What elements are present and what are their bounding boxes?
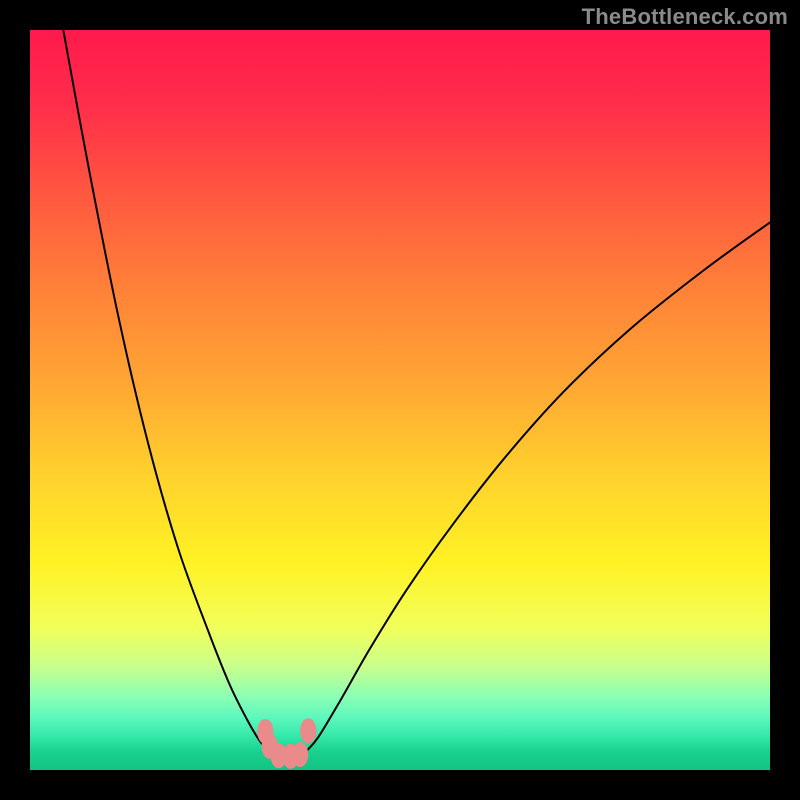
bottleneck-chart	[0, 0, 800, 800]
valley-marker	[292, 742, 308, 767]
valley-marker	[300, 718, 316, 743]
outer-frame: TheBottleneck.com	[0, 0, 800, 800]
watermark-text: TheBottleneck.com	[582, 4, 788, 30]
plot-background	[30, 30, 770, 770]
